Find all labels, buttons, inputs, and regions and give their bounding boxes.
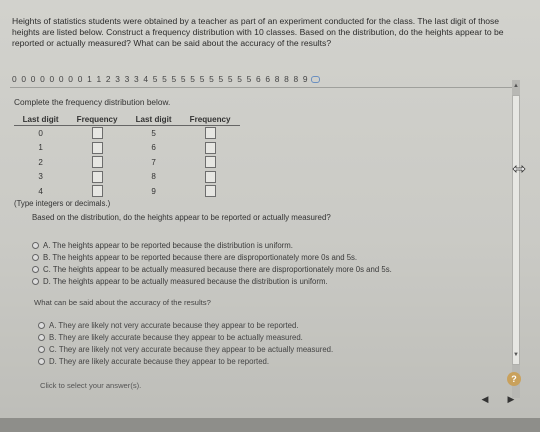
table-row: 3 8	[14, 170, 240, 185]
frequency-input[interactable]	[204, 127, 216, 140]
radio-button[interactable]	[38, 358, 45, 366]
frequency-input[interactable]	[91, 156, 103, 169]
q1-option-c[interactable]: C. The heights appear to be actually mea…	[32, 265, 392, 274]
frequency-cell[interactable]	[67, 126, 127, 141]
q2-option-d[interactable]: D. They are likely accurate because they…	[38, 357, 269, 366]
frequency-cell[interactable]	[180, 184, 240, 199]
frequency-cell[interactable]	[180, 155, 240, 170]
q1-prompt: Based on the distribution, do the height…	[32, 213, 331, 222]
frequency-input[interactable]	[204, 156, 216, 169]
digit-cell: 4	[38, 186, 43, 196]
footer-hint: Click to select your answer(s).	[40, 381, 142, 390]
frequency-input[interactable]	[204, 141, 216, 154]
frequency-cell[interactable]	[67, 184, 127, 199]
header-last-digit-right: Last digit	[126, 114, 181, 126]
scroll-down-icon[interactable]: ▼	[512, 351, 520, 359]
digit-cell: 6	[151, 143, 156, 153]
digit-cell: 5	[151, 128, 156, 138]
resize-cursor-icon	[512, 165, 526, 173]
radio-button[interactable]	[38, 346, 45, 354]
digit-cell: 1	[38, 143, 43, 153]
scrollbar-thumb[interactable]	[512, 95, 520, 365]
previous-icon[interactable]: ◀	[478, 392, 492, 406]
frequency-input[interactable]	[91, 170, 103, 183]
q2-prompt: What can be said about the accuracy of t…	[34, 298, 211, 307]
next-icon[interactable]: ▶	[504, 392, 518, 406]
frequency-input[interactable]	[204, 185, 216, 198]
header-frequency-left: Frequency	[67, 114, 127, 126]
digit-cell: 2	[38, 157, 43, 167]
digit-cell: 3	[38, 172, 43, 182]
frequency-cell[interactable]	[180, 126, 240, 141]
divider	[10, 87, 515, 88]
radio-button[interactable]	[38, 334, 45, 342]
type-hint: (Type integers or decimals.)	[14, 199, 111, 208]
frequency-input[interactable]	[91, 185, 103, 198]
radio-button[interactable]	[32, 242, 39, 250]
instruction-text: Complete the frequency distribution belo…	[14, 97, 171, 107]
help-button[interactable]: ?	[507, 372, 521, 386]
frequency-input[interactable]	[91, 141, 103, 154]
frequency-input[interactable]	[204, 170, 216, 183]
table-row: 0 5	[14, 126, 240, 141]
digit-cell: 7	[151, 157, 156, 167]
q2-option-b[interactable]: B. They are likely accurate because they…	[38, 333, 303, 342]
data-values: 0 0 0 0 0 0 0 0 1 1 2 3 3 3 4 5 5 5 5 5 …	[12, 74, 309, 84]
frequency-table: Last digit Frequency Last digit Frequenc…	[14, 114, 240, 199]
frequency-cell[interactable]	[180, 170, 240, 185]
frequency-cell[interactable]	[67, 170, 127, 185]
q1-option-d[interactable]: D. The heights appear to be actually mea…	[32, 277, 328, 286]
header-last-digit-left: Last digit	[14, 114, 68, 126]
q1-option-a[interactable]: A. The heights appear to be reported bec…	[32, 241, 293, 250]
data-values-line: 0 0 0 0 0 0 0 0 1 1 2 3 3 3 4 5 5 5 5 5 …	[12, 74, 320, 84]
bottom-toolbar	[0, 418, 540, 432]
q1-option-b[interactable]: B. The heights appear to be reported bec…	[32, 253, 357, 262]
digit-cell: 0	[38, 128, 43, 138]
table-row: 2 7	[14, 155, 240, 170]
digit-cell: 8	[151, 172, 156, 182]
table-row: 4 9	[14, 184, 240, 199]
frequency-cell[interactable]	[67, 155, 127, 170]
copy-data-icon[interactable]	[310, 76, 320, 84]
q2-option-a[interactable]: A. They are likely not very accurate bec…	[38, 321, 299, 330]
radio-button[interactable]	[32, 254, 39, 262]
frequency-input[interactable]	[91, 127, 103, 140]
frequency-cell[interactable]	[67, 141, 127, 156]
radio-button[interactable]	[32, 266, 39, 274]
header-frequency-right: Frequency	[180, 114, 240, 126]
digit-cell: 9	[151, 186, 156, 196]
radio-button[interactable]	[38, 322, 45, 330]
table-row: 1 6	[14, 141, 240, 156]
radio-button[interactable]	[32, 278, 39, 286]
scroll-up-icon[interactable]: ▲	[512, 82, 520, 90]
q2-option-c[interactable]: C. They are likely not very accurate bec…	[38, 345, 333, 354]
frequency-cell[interactable]	[180, 141, 240, 156]
question-text: Heights of statistics students were obta…	[12, 16, 504, 48]
